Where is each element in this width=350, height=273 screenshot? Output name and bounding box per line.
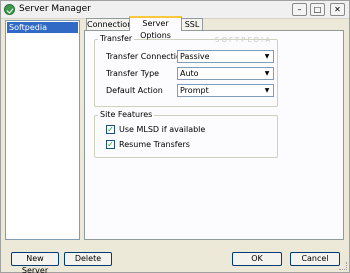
minimize-icon: –	[297, 4, 302, 14]
close-button[interactable]: ✕	[330, 3, 345, 16]
new-server-button[interactable]: New Server	[11, 252, 59, 273]
default-action-value: Prompt	[180, 86, 209, 95]
transfer-group: Transfer Transfer Connection Passive ▼ T…	[94, 34, 278, 107]
cancel-button[interactable]: Cancel	[290, 252, 340, 266]
transfer-connection-label: Transfer Connection	[106, 52, 186, 61]
default-action-label: Default Action	[106, 86, 163, 95]
server-manager-icon	[4, 4, 15, 15]
server-manager-window: Server Manager – □ ✕ Softpedia Connectio…	[0, 0, 350, 273]
transfer-type-value: Auto	[180, 69, 199, 78]
dropdown-arrow-icon: ▼	[261, 51, 273, 62]
minimize-button[interactable]: –	[292, 3, 307, 16]
site-features-group-legend: Site Features	[98, 110, 155, 119]
site-features-group: Site Features ✓ Use MLSD if available ✓ …	[94, 110, 278, 158]
resize-grip-icon[interactable]	[339, 262, 347, 270]
delete-button[interactable]: Delete	[64, 252, 112, 266]
dropdown-arrow-icon: ▼	[261, 68, 273, 79]
dropdown-arrow-icon: ▼	[261, 85, 273, 96]
window-title: Server Manager	[19, 4, 91, 14]
tree-item-softpedia[interactable]: Softpedia	[7, 22, 78, 33]
default-action-select[interactable]: Prompt ▼	[177, 84, 274, 97]
transfer-type-label: Transfer Type	[106, 69, 160, 78]
ok-button[interactable]: OK	[232, 252, 282, 266]
server-options-panel: SOFTPEDIA Transfer Transfer Connection P…	[84, 30, 344, 240]
close-icon: ✕	[334, 4, 341, 14]
transfer-connection-select[interactable]: Passive ▼	[177, 50, 274, 63]
maximize-icon: □	[313, 4, 322, 14]
transfer-group-legend: Transfer	[98, 34, 135, 43]
use-mlsd-label[interactable]: Use MLSD if available	[119, 125, 205, 134]
tab-server-options[interactable]: Server Options	[129, 16, 182, 40]
transfer-type-select[interactable]: Auto ▼	[177, 67, 274, 80]
use-mlsd-checkbox[interactable]: ✓	[106, 125, 115, 134]
server-tree[interactable]: Softpedia	[5, 20, 80, 240]
resume-transfers-checkbox[interactable]: ✓	[106, 140, 115, 149]
maximize-button[interactable]: □	[310, 3, 325, 16]
resume-transfers-label[interactable]: Resume Transfers	[119, 140, 190, 149]
transfer-connection-value: Passive	[180, 52, 210, 61]
